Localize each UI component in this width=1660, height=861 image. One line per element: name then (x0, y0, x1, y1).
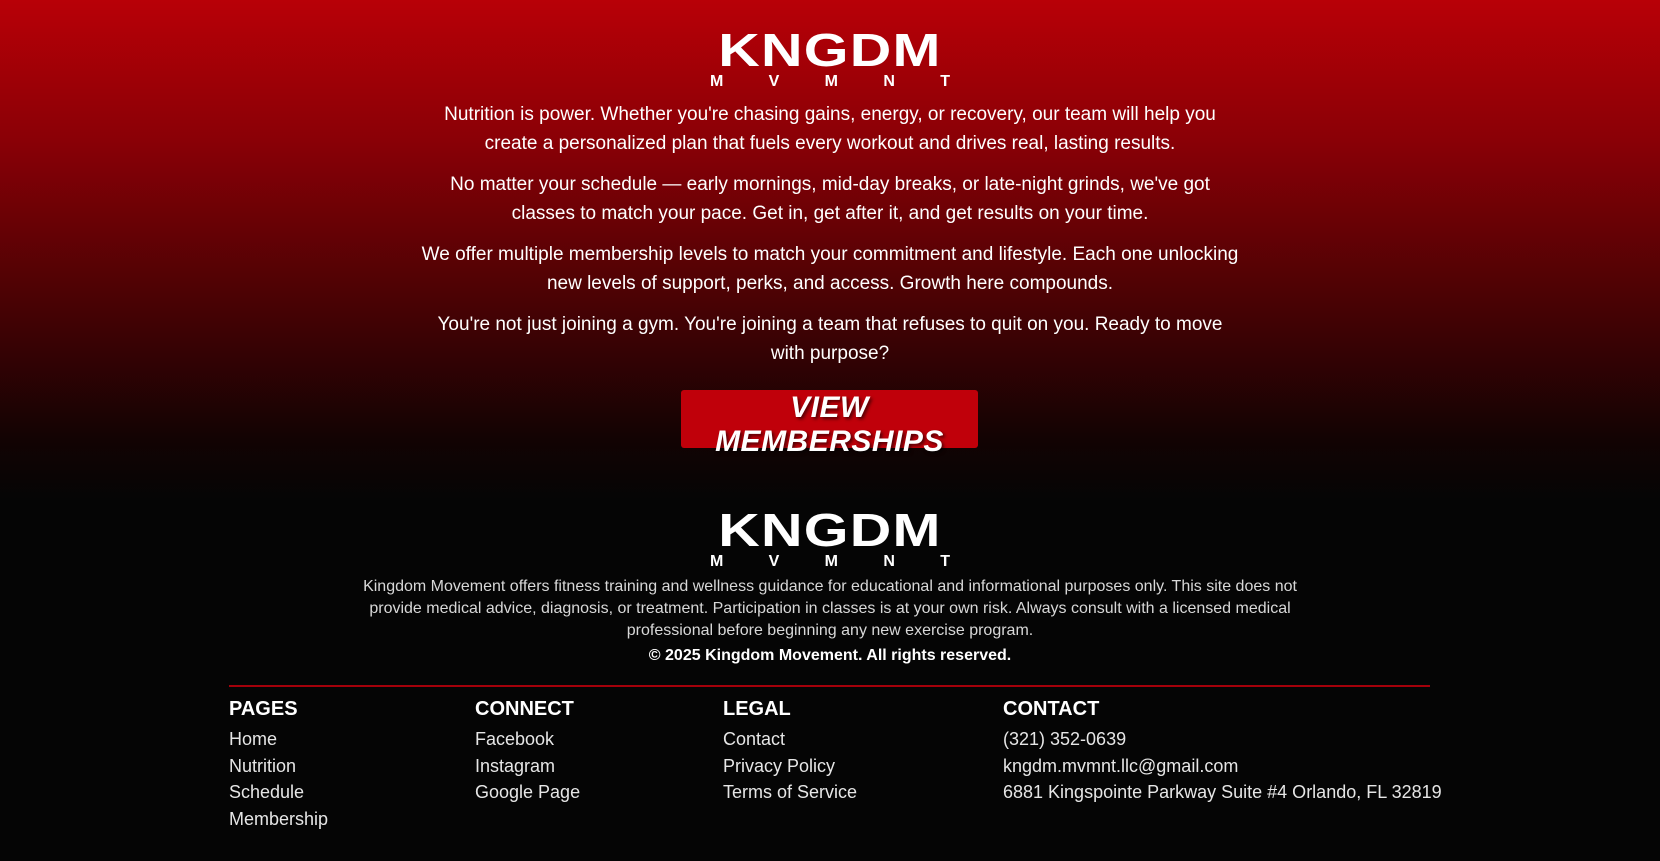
page: KNGDM M V M N T Nutrition is power. Whet… (0, 0, 1660, 861)
footer-link-terms-of-service[interactable]: Terms of Service (723, 779, 857, 806)
header-logo[interactable]: KNGDM M V M N T (706, 27, 954, 90)
intro-paragraph-team: You're not just joining a gym. You're jo… (437, 314, 1223, 364)
intro-paragraph-schedule: No matter your schedule — early mornings… (450, 174, 1210, 224)
intro-paragraph-nutrition: Nutrition is power. Whether you're chasi… (444, 104, 1216, 154)
view-memberships-button[interactable]: VIEW MEMBERSHIPS (681, 390, 978, 458)
footer-heading-legal: LEGAL (723, 698, 791, 720)
footer-copyright: © 2025 Kingdom Movement. All rights rese… (648, 647, 1012, 664)
intro-paragraph-membership: We offer multiple membership levels to m… (421, 244, 1239, 294)
contact-email-link[interactable]: kngdm.mvmnt.llc@gmail.com (1003, 753, 1442, 780)
footer-column-contact: CONTACT (321) 352-0639 kngdm.mvmnt.llc@g… (1003, 696, 1442, 806)
footer-column-legal: LEGAL Contact Privacy Policy Terms of Se… (723, 696, 857, 806)
footer-heading-contact: CONTACT (1003, 698, 1100, 720)
footer-logo-wordmark: KNGDM (718, 504, 942, 556)
footer-link-schedule[interactable]: Schedule (229, 779, 328, 806)
footer-link-membership[interactable]: Membership (229, 806, 328, 833)
footer-link-contact[interactable]: Contact (723, 726, 857, 753)
footer-column-pages: PAGES Home Nutrition Schedule Membership (229, 696, 328, 832)
footer-link-facebook[interactable]: Facebook (475, 726, 580, 753)
intro-section: Nutrition is power. Whether you're chasi… (420, 100, 1240, 380)
footer-link-instagram[interactable]: Instagram (475, 753, 580, 780)
footer-link-google-page[interactable]: Google Page (475, 779, 580, 806)
footer-disclaimer: Kingdom Movement offers fitness training… (363, 578, 1297, 639)
footer-divider (229, 685, 1430, 687)
contact-address: 6881 Kingspointe Parkway Suite #4 Orland… (1003, 782, 1442, 802)
footer-logo[interactable]: KNGDM M V M N T (706, 507, 954, 570)
footer-column-connect: CONNECT Facebook Instagram Google Page (475, 696, 580, 806)
footer-link-nutrition[interactable]: Nutrition (229, 753, 328, 780)
logo-wordmark: KNGDM (718, 24, 942, 76)
contact-phone-link[interactable]: (321) 352-0639 (1003, 726, 1442, 753)
footer-heading-pages: PAGES (229, 698, 298, 720)
footer-link-home[interactable]: Home (229, 726, 328, 753)
footer-link-privacy-policy[interactable]: Privacy Policy (723, 753, 857, 780)
footer-heading-connect: CONNECT (475, 698, 574, 720)
